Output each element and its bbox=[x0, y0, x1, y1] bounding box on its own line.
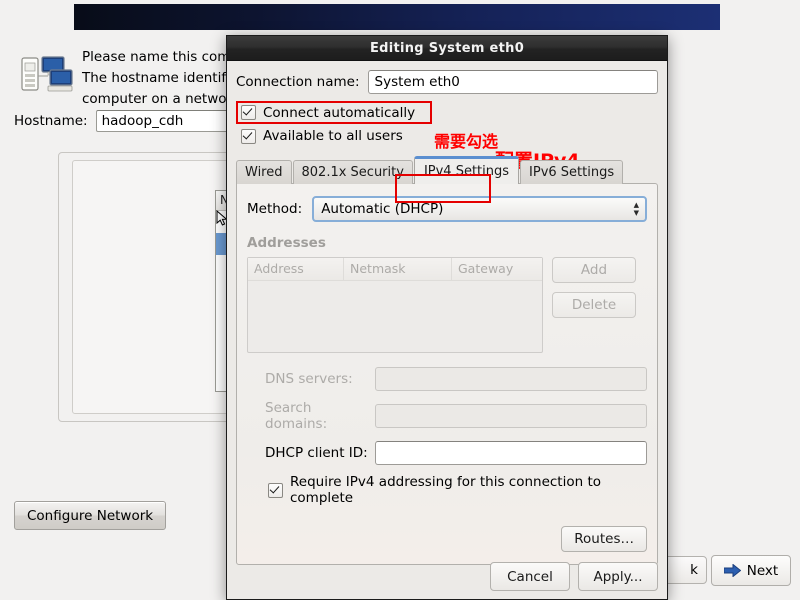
method-label: Method: bbox=[247, 201, 303, 217]
dialog-body: Connection name: System eth0 Connect aut… bbox=[227, 61, 667, 600]
connection-name-row: Connection name: System eth0 bbox=[236, 70, 658, 94]
tab-ipv6-settings[interactable]: IPv6 Settings bbox=[520, 160, 624, 184]
cancel-button[interactable]: Cancel bbox=[490, 562, 570, 591]
back-button-label: k bbox=[690, 562, 698, 578]
dns-servers-input[interactable] bbox=[375, 367, 647, 391]
network-computers-icon bbox=[20, 52, 76, 98]
configure-network-label: Configure Network bbox=[27, 507, 154, 524]
checkbox-icon-available-all-users[interactable] bbox=[241, 128, 256, 144]
dhcp-client-id-input[interactable] bbox=[375, 441, 647, 465]
dns-servers-label: DNS servers: bbox=[265, 371, 353, 387]
settings-tablist: Wired 802.1x Security IPv4 Settings IPv6… bbox=[236, 156, 658, 184]
search-domains-row: Search domains: bbox=[247, 400, 647, 432]
column-header-netmask: Netmask bbox=[344, 258, 452, 280]
require-ipv4-label: Require IPv4 addressing for this connect… bbox=[290, 474, 602, 506]
installer-banner bbox=[74, 4, 720, 30]
editing-connection-dialog: Editing System eth0 Connection name: Sys… bbox=[226, 35, 668, 600]
ipv4-settings-panel: Method: Automatic (DHCP) ▲ ▼ Addresses Ad… bbox=[236, 183, 658, 565]
connection-name-label: Connection name: bbox=[236, 74, 360, 90]
connection-name-input[interactable]: System eth0 bbox=[367, 70, 658, 94]
addresses-buttons: Add Delete bbox=[552, 257, 636, 353]
dhcp-client-id-label: DHCP client ID: bbox=[265, 445, 368, 461]
dns-servers-row: DNS servers: bbox=[247, 367, 647, 391]
addresses-area: Address Netmask Gateway Add Delete bbox=[247, 257, 647, 353]
dhcp-client-id-row: DHCP client ID: bbox=[247, 441, 647, 465]
addresses-table-header: Address Netmask Gateway bbox=[248, 258, 542, 281]
addresses-section-label: Addresses bbox=[247, 235, 326, 251]
search-domains-label: Search domains: bbox=[265, 400, 328, 432]
blue-right-arrow-icon bbox=[723, 563, 742, 578]
connect-automatically-label: Connect automatically bbox=[263, 104, 416, 121]
updown-chevron-icon: ▲ ▼ bbox=[633, 200, 639, 217]
addresses-table[interactable]: Address Netmask Gateway bbox=[247, 257, 543, 353]
available-all-users-label: Available to all users bbox=[263, 128, 403, 144]
require-ipv4-checkbox-row[interactable]: Require IPv4 addressing for this connect… bbox=[247, 474, 647, 506]
search-domains-input[interactable] bbox=[375, 404, 647, 428]
delete-address-button[interactable]: Delete bbox=[552, 292, 636, 318]
dialog-titlebar: Editing System eth0 bbox=[227, 36, 667, 61]
checkbox-icon-require-ipv4[interactable] bbox=[268, 482, 283, 498]
dialog-action-buttons: Cancel Apply... bbox=[490, 562, 658, 591]
method-selected-value: Automatic (DHCP) bbox=[321, 201, 444, 217]
tab-ipv4-settings[interactable]: IPv4 Settings bbox=[413, 156, 520, 184]
connect-automatically-checkbox-row[interactable]: Connect automatically bbox=[236, 101, 432, 124]
method-row: Method: Automatic (DHCP) ▲ ▼ bbox=[247, 196, 647, 222]
column-header-gateway: Gateway bbox=[458, 261, 514, 276]
routes-button-wrap: Routes… bbox=[561, 526, 647, 552]
checkbox-icon-connect-automatically[interactable] bbox=[241, 105, 256, 120]
column-header-address: Address bbox=[248, 258, 344, 280]
configure-network-button[interactable]: Configure Network bbox=[14, 501, 167, 530]
routes-button[interactable]: Routes… bbox=[561, 526, 647, 552]
method-select[interactable]: Automatic (DHCP) ▲ ▼ bbox=[312, 196, 647, 222]
annotation-need-check: 需要勾选 bbox=[434, 132, 499, 151]
next-button-label: Next bbox=[746, 562, 779, 579]
apply-button[interactable]: Apply... bbox=[578, 562, 658, 591]
hostname-label: Hostname: bbox=[14, 113, 88, 129]
tab-8021x-security[interactable]: 802.1x Security bbox=[292, 160, 413, 184]
next-button[interactable]: Next bbox=[711, 555, 791, 586]
tab-wired[interactable]: Wired bbox=[236, 160, 292, 184]
add-address-button[interactable]: Add bbox=[552, 257, 636, 283]
dialog-title: Editing System eth0 bbox=[369, 40, 525, 56]
